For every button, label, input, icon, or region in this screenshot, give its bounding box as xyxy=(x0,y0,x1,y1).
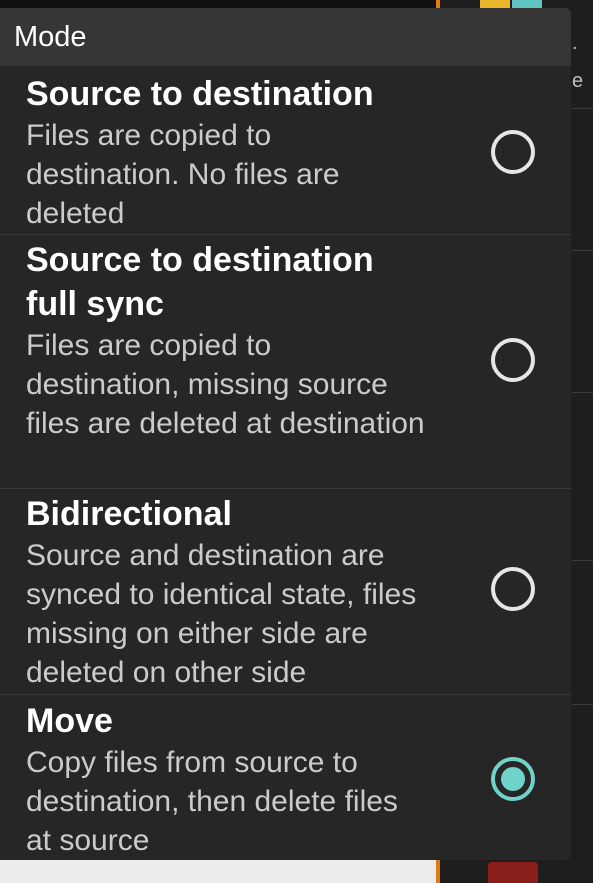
background-text: . xyxy=(572,32,578,54)
background-list-divider xyxy=(572,392,593,393)
radio-button[interactable] xyxy=(491,338,535,382)
radio-selected-dot xyxy=(501,767,525,791)
background-thumbnail xyxy=(512,0,542,8)
background-list-divider xyxy=(572,704,593,705)
mode-option-full-sync[interactable]: Source to destination full sync Files ar… xyxy=(0,234,571,488)
background-list-divider xyxy=(572,560,593,561)
option-title: Source to destination xyxy=(26,75,374,113)
option-description: Files are copied to destination, missing… xyxy=(26,329,425,440)
radio-button[interactable] xyxy=(491,130,535,174)
background-thumbnail xyxy=(480,0,510,8)
background-button xyxy=(488,862,538,883)
radio-button-selected[interactable] xyxy=(491,757,535,801)
option-title: Source to destination full sync xyxy=(26,241,374,323)
background-list-divider xyxy=(572,108,593,109)
option-title: Bidirectional xyxy=(26,495,232,533)
mode-option-bidirectional[interactable]: Bidirectional Source and destination are… xyxy=(0,488,571,694)
option-title: Move xyxy=(26,702,113,740)
option-description: Files are copied to destination. No file… xyxy=(26,119,340,230)
background-text: e xyxy=(572,70,584,92)
mode-dialog: Mode Source to destination Files are cop… xyxy=(0,8,571,860)
background-bottom-bar xyxy=(0,860,436,883)
dialog-header: Mode xyxy=(0,8,571,66)
mode-option-source-to-destination[interactable]: Source to destination Files are copied t… xyxy=(0,66,571,234)
radio-button[interactable] xyxy=(491,567,535,611)
dialog-title: Mode xyxy=(14,20,87,53)
background-list-divider xyxy=(572,250,593,251)
mode-option-move[interactable]: Move Copy files from source to destinati… xyxy=(0,694,571,860)
option-description: Source and destination are synced to ide… xyxy=(26,539,417,689)
option-description: Copy files from source to destination, t… xyxy=(26,746,398,857)
